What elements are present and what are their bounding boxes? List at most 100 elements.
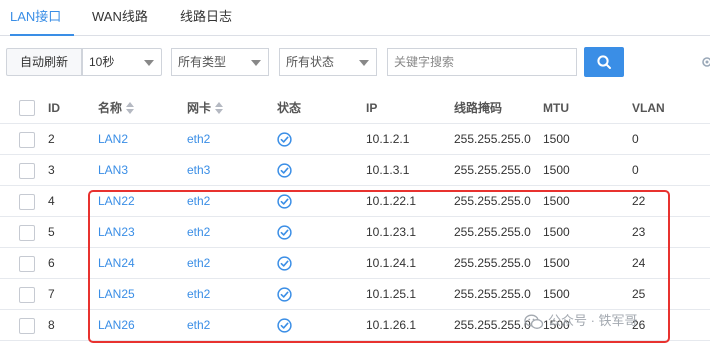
cell-vlan: 0 [632,163,639,177]
table-row: 6 LAN24 eth2 10.1.24.1 255.255.255.0 150… [0,248,710,279]
cell-nic-link[interactable]: eth2 [187,279,210,310]
cell-mtu: 1500 [543,194,570,208]
cell-name-link[interactable]: LAN23 [98,217,135,248]
row-checkbox[interactable] [19,225,35,241]
search-button[interactable] [584,47,624,77]
cell-name-link[interactable]: LAN3 [98,155,128,186]
cell-name-link[interactable]: LAN24 [98,248,135,279]
cell-ip: 10.1.26.1 [366,318,417,332]
cell-nic-link[interactable]: eth2 [187,124,210,155]
cell-ip: 10.1.3.1 [366,163,410,177]
header-mask: 线路掩码 [454,101,503,115]
check-circle-icon [277,225,292,240]
cell-mtu: 1500 [543,287,570,301]
cell-mask: 255.255.255.0 [454,256,531,270]
cell-vlan: 23 [632,225,646,239]
header-ip: IP [366,101,378,115]
cell-vlan: 25 [632,287,646,301]
search-icon [597,55,611,69]
watermark-text: 公众号 · 铁军哥 [548,313,638,328]
toolbar: 自动刷新 10秒 所有类型 所有状态 [0,46,710,78]
check-circle-icon [277,132,292,147]
cell-mtu: 1500 [543,256,570,270]
wechat-icon [524,314,544,329]
table-row: 2 LAN2 eth2 10.1.2.1 255.255.255.0 1500 … [0,124,710,155]
table-row: 3 LAN3 eth3 10.1.3.1 255.255.255.0 1500 … [0,155,710,186]
header-name[interactable]: 名称 [98,92,135,123]
check-circle-icon [277,318,292,333]
tab-lan-interface[interactable]: LAN接口 [10,0,74,36]
tab-line-log[interactable]: 线路日志 [180,0,232,36]
cell-mask: 255.255.255.0 [454,225,531,239]
header-name-label: 名称 [98,101,123,115]
cell-nic-link[interactable]: eth2 [187,217,210,248]
cell-mask: 255.255.255.0 [454,163,531,177]
cell-id: 4 [48,194,55,208]
row-checkbox[interactable] [19,132,35,148]
cell-mtu: 1500 [543,225,570,239]
header-vlan: VLAN [632,101,665,115]
cell-mask: 255.255.255.0 [454,132,531,146]
check-circle-icon [277,287,292,302]
table-row: 7 LAN25 eth2 10.1.25.1 255.255.255.0 150… [0,279,710,310]
type-filter-value: 所有类型 [178,55,227,69]
cell-id: 8 [48,318,55,332]
cell-ip: 10.1.2.1 [366,132,410,146]
cell-nic-link[interactable]: eth3 [187,155,210,186]
row-checkbox[interactable] [19,163,35,179]
chevron-down-icon [144,60,154,66]
cell-ip: 10.1.25.1 [366,287,417,301]
row-checkbox[interactable] [19,287,35,303]
cell-ip: 10.1.23.1 [366,225,417,239]
chevron-down-icon [359,60,369,66]
gear-icon[interactable] [700,55,710,69]
cell-name-link[interactable]: LAN25 [98,279,135,310]
cell-id: 3 [48,163,55,177]
cell-nic-link[interactable]: eth2 [187,248,210,279]
row-checkbox[interactable] [19,256,35,272]
refresh-interval-value: 10秒 [89,55,115,69]
check-circle-icon [277,163,292,178]
table-row: 5 LAN23 eth2 10.1.23.1 255.255.255.0 150… [0,217,710,248]
cell-name-link[interactable]: LAN2 [98,124,128,155]
cell-vlan: 0 [632,132,639,146]
cell-mask: 255.255.255.0 [454,318,531,332]
chevron-down-icon [251,60,261,66]
cell-ip: 10.1.24.1 [366,256,417,270]
type-filter-select[interactable]: 所有类型 [171,48,269,76]
tab-wan-line[interactable]: WAN线路 [92,0,148,36]
status-filter-value: 所有状态 [286,55,335,69]
header-nic[interactable]: 网卡 [187,92,224,123]
cell-name-link[interactable]: LAN22 [98,186,135,217]
cell-id: 7 [48,287,55,301]
row-checkbox[interactable] [19,318,35,334]
cell-vlan: 24 [632,256,646,270]
header-mtu: MTU [543,101,569,115]
cell-mask: 255.255.255.0 [454,287,531,301]
row-checkbox[interactable] [19,194,35,210]
select-all-checkbox[interactable] [19,100,35,116]
cell-vlan: 22 [632,194,646,208]
cell-nic-link[interactable]: eth2 [187,186,210,217]
watermark: 公众号 · 铁军哥 [524,310,638,332]
cell-mask: 255.255.255.0 [454,194,531,208]
cell-id: 2 [48,132,55,146]
cell-mtu: 1500 [543,132,570,146]
table-row: 4 LAN22 eth2 10.1.22.1 255.255.255.0 150… [0,186,710,217]
sort-icon[interactable] [215,101,224,114]
cell-mtu: 1500 [543,163,570,177]
status-filter-select[interactable]: 所有状态 [279,48,377,76]
refresh-interval-select[interactable]: 10秒 [82,48,162,76]
auto-refresh-button[interactable]: 自动刷新 [6,48,82,76]
check-circle-icon [277,194,292,209]
header-status: 状态 [277,101,302,115]
cell-ip: 10.1.22.1 [366,194,417,208]
table-header-row: ID 名称 网卡 状态 IP 线路掩码 MTU VLAN [0,92,710,124]
cell-id: 5 [48,225,55,239]
sort-icon[interactable] [126,101,135,114]
cell-nic-link[interactable]: eth2 [187,310,210,341]
search-input[interactable] [387,48,577,76]
tab-bar: LAN接口 WAN线路 线路日志 [0,0,710,36]
header-nic-label: 网卡 [187,101,212,115]
cell-name-link[interactable]: LAN26 [98,310,135,341]
